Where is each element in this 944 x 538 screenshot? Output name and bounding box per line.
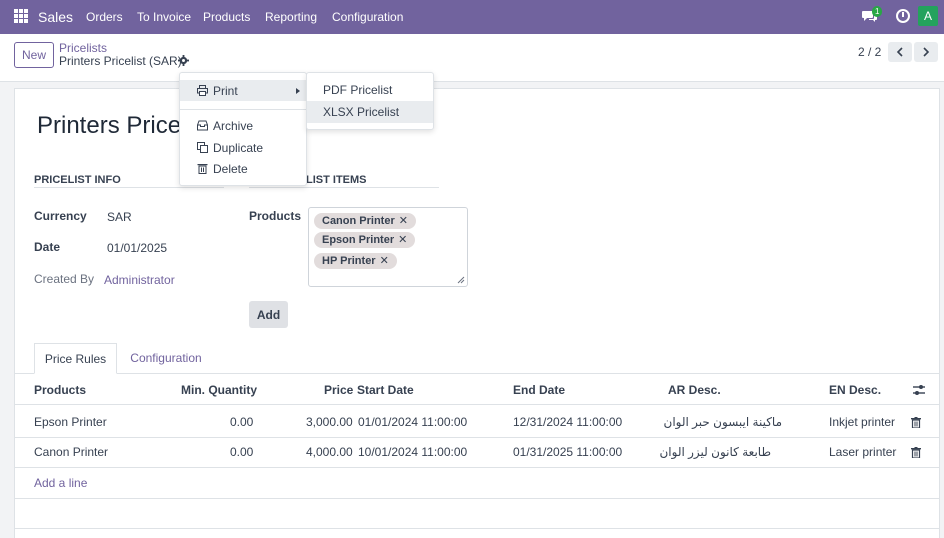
top-navbar: Sales Orders To Invoice Products Reporti… [0,0,944,34]
chat-count-badge: 1 [872,6,883,17]
delete-row-icon[interactable] [911,447,921,458]
created-by-label: Created By [34,272,95,286]
currency-label: Currency [34,209,87,223]
section-pricelist-info: Pricelist Info [34,174,121,186]
tag-epson-printer: Epson Printer ✕ [314,232,416,248]
section-pricelist-items: list Items [306,174,367,186]
currency-value[interactable]: SAR [107,210,132,224]
created-by-value[interactable]: Administrator [104,273,175,287]
cell-min-quantity[interactable]: 0.00 [230,445,253,459]
section-divider [34,187,224,188]
column-settings-icon[interactable] [912,384,926,396]
row-divider [15,437,939,438]
pager-previous-button[interactable] [888,42,912,62]
col-start-date[interactable]: Start Date [357,383,414,397]
menu-item-print[interactable]: Print [180,80,306,101]
date-label: Date [34,240,61,254]
printer-icon [197,85,208,96]
activity-clock-icon[interactable] [896,9,910,23]
row-divider [15,528,939,529]
menu-item-delete[interactable]: Delete [180,158,306,179]
pricelist-title[interactable]: Printers Pricel [37,112,186,140]
pager-value: 2 / 2 [858,45,882,59]
gear-icon[interactable] [178,55,189,66]
tag-remove-icon[interactable]: ✕ [399,215,408,227]
menu-products[interactable]: Products [203,10,250,24]
cell-start-date[interactable]: 01/01/2024 11:00:00 [358,415,467,429]
col-price[interactable]: Price [324,383,353,397]
menu-item-label: Delete [213,162,248,176]
chevron-left-icon [896,47,903,57]
form-sheet [14,88,940,538]
print-submenu: PDF Pricelist XLSX Pricelist [306,72,434,130]
col-en-desc[interactable]: EN Desc. [829,383,881,397]
tag-label: Canon Printer [322,215,395,227]
col-end-date[interactable]: End Date [513,383,565,397]
tag-label: HP Printer [322,255,376,267]
menu-item-label: Print [213,84,238,98]
chevron-right-icon [923,47,930,57]
col-min-quantity[interactable]: Min. Quantity [181,383,257,397]
resize-handle-icon[interactable] [457,276,465,284]
apps-grid-icon[interactable] [14,9,28,23]
submenu-pdf-pricelist[interactable]: PDF Pricelist [307,79,433,101]
menu-configuration[interactable]: Configuration [332,10,403,24]
app-brand[interactable]: Sales [38,9,73,25]
cell-end-date[interactable]: 01/31/2025 11:00:00 [513,445,622,459]
row-divider [15,467,939,468]
action-menu: Print Archive Duplicate Delete [179,72,307,186]
breadcrumb-pricelists[interactable]: Pricelists [59,41,107,55]
tag-remove-icon[interactable]: ✕ [380,255,389,267]
breadcrumb-current: Printers Pricelist (SAR) [59,54,182,68]
tag-hp-printer: HP Printer ✕ [314,253,397,269]
tag-remove-icon[interactable]: ✕ [398,234,407,246]
cell-product[interactable]: Epson Printer [34,415,107,429]
products-label: Products [249,209,302,223]
trash-icon [197,164,208,174]
menu-divider [180,109,306,110]
tab-price-rules[interactable]: Price Rules [34,343,117,374]
cell-start-date[interactable]: 10/01/2024 11:00:00 [358,445,467,459]
cell-price[interactable]: 4,000.00 [306,445,353,459]
cell-product[interactable]: Canon Printer [34,445,108,459]
add-button[interactable]: Add [249,301,288,328]
products-tags-field[interactable]: Canon Printer ✕ Epson Printer ✕ HP Printer… [308,207,468,287]
control-panel: New Pricelists Printers Pricelist (SAR) … [0,34,944,82]
header-divider [15,404,939,405]
cell-min-quantity[interactable]: 0.00 [230,415,253,429]
add-a-line-link[interactable]: Add a line [34,476,87,490]
section-divider [249,187,439,188]
tab-configuration[interactable]: Configuration [125,343,207,374]
submenu-xlsx-pricelist[interactable]: XLSX Pricelist [307,101,433,123]
col-ar-desc[interactable]: AR Desc. [668,383,721,397]
tag-label: Epson Printer [322,234,395,246]
cell-en-desc[interactable]: Inkjet printer [829,415,895,429]
menu-to-invoice[interactable]: To Invoice [137,10,191,24]
cell-end-date[interactable]: 12/31/2024 11:00:00 [513,415,622,429]
menu-item-archive[interactable]: Archive [180,115,306,136]
new-button[interactable]: New [14,42,54,68]
row-divider [15,498,939,499]
delete-row-icon[interactable] [911,417,921,428]
menu-item-label: Duplicate [213,141,264,155]
cell-ar-desc[interactable]: طابعة كانون ليزر الوان [659,445,771,459]
col-products[interactable]: Products [34,383,86,397]
copy-icon [197,142,208,153]
menu-reporting[interactable]: Reporting [265,10,317,24]
cell-ar-desc[interactable]: ماكينة ايبسون حبر الوان [664,415,782,429]
menu-orders[interactable]: Orders [86,10,123,24]
caret-right-icon [296,88,300,94]
archive-icon [197,120,208,131]
pager-next-button[interactable] [914,42,938,62]
date-value[interactable]: 01/01/2025 [107,241,167,255]
cell-en-desc[interactable]: Laser printer [829,445,896,459]
tag-canon-printer: Canon Printer ✕ [314,213,416,229]
menu-item-label: Archive [213,119,254,133]
user-avatar[interactable]: A [918,6,938,26]
menu-item-duplicate[interactable]: Duplicate [180,137,306,158]
cell-price[interactable]: 3,000.00 [306,415,353,429]
